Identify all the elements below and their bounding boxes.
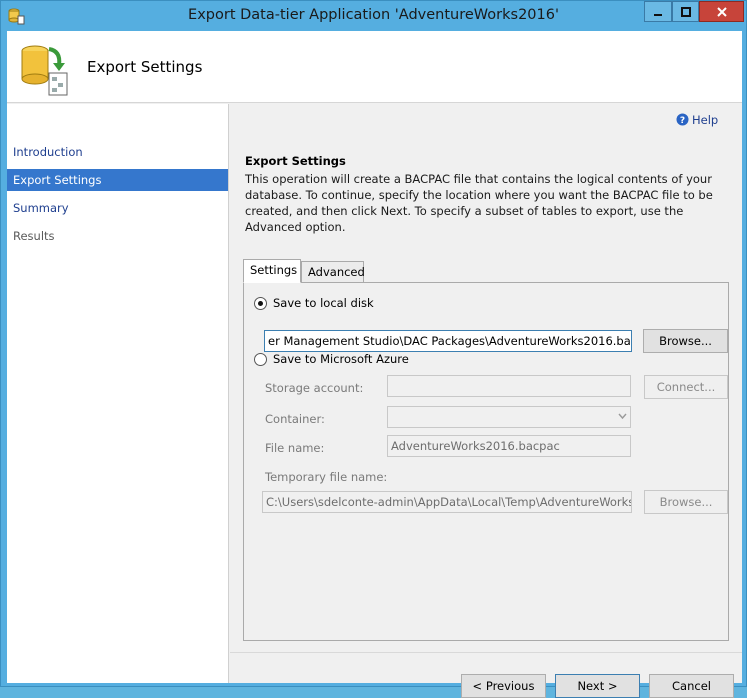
save-azure-radio[interactable] — [254, 353, 267, 366]
window-title: Export Data-tier Application 'AdventureW… — [188, 7, 559, 23]
close-icon — [716, 7, 727, 17]
main-panel: ? Help Export Settings This operation wi… — [230, 104, 742, 698]
close-button[interactable] — [699, 1, 744, 22]
tab-advanced[interactable]: Advanced — [301, 261, 365, 283]
help-icon: ? — [676, 113, 689, 126]
storage-account-input[interactable] — [387, 375, 631, 397]
temp-file-label: Temporary file name: — [265, 470, 388, 484]
cancel-button[interactable]: Cancel — [649, 674, 734, 698]
temp-file-input[interactable]: C:\Users\sdelconte-admin\AppData\Local\T… — [262, 491, 632, 513]
nav-item-export-settings[interactable]: Export Settings — [7, 169, 228, 191]
local-browse-button[interactable]: Browse... — [643, 329, 728, 353]
minimize-button[interactable] — [644, 1, 672, 22]
minimize-icon — [654, 14, 662, 16]
nav-item-introduction[interactable]: Introduction — [7, 141, 228, 163]
file-name-input[interactable]: AdventureWorks2016.bacpac — [387, 435, 631, 457]
footer-divider — [230, 652, 742, 653]
save-local-label[interactable]: Save to local disk — [273, 296, 374, 310]
storage-account-label: Storage account: — [265, 381, 364, 395]
nav-item-summary[interactable]: Summary — [7, 197, 228, 219]
wizard-nav: Introduction Export Settings Summary Res… — [7, 104, 229, 683]
database-export-icon — [21, 45, 68, 96]
help-label: Help — [692, 113, 719, 127]
title-bar[interactable]: Export Data-tier Application 'AdventureW… — [1, 1, 746, 31]
previous-button[interactable]: < Previous — [461, 674, 546, 698]
section-description: This operation will create a BACPAC file… — [245, 172, 713, 234]
local-path-input[interactable]: er Management Studio\DAC Packages\Advent… — [264, 330, 632, 352]
chevron-down-icon — [618, 413, 627, 420]
settings-tab-panel: Save to local disk er Management Studio\… — [243, 282, 729, 641]
dialog-client-area: Export Settings Introduction Export Sett… — [7, 31, 742, 698]
svg-text:?: ? — [680, 116, 685, 126]
section-title: Export Settings — [245, 154, 346, 168]
page-header: Export Settings — [7, 31, 742, 103]
maximize-icon — [680, 7, 691, 17]
dialog-window: Export Data-tier Application 'AdventureW… — [0, 0, 747, 698]
temp-browse-button[interactable]: Browse... — [644, 490, 728, 514]
container-label: Container: — [265, 412, 325, 426]
save-azure-label[interactable]: Save to Microsoft Azure — [273, 352, 409, 366]
maximize-button[interactable] — [672, 1, 699, 22]
tab-settings[interactable]: Settings — [243, 259, 301, 283]
nav-item-results: Results — [13, 229, 55, 243]
page-title: Export Settings — [87, 58, 203, 76]
save-local-radio[interactable] — [254, 297, 267, 310]
connect-button[interactable]: Connect... — [644, 375, 728, 399]
container-select[interactable] — [387, 406, 631, 428]
next-button[interactable]: Next > — [555, 674, 640, 698]
radio-selected-dot — [258, 301, 263, 306]
file-name-label: File name: — [265, 441, 325, 455]
help-link[interactable]: ? Help — [676, 113, 718, 127]
